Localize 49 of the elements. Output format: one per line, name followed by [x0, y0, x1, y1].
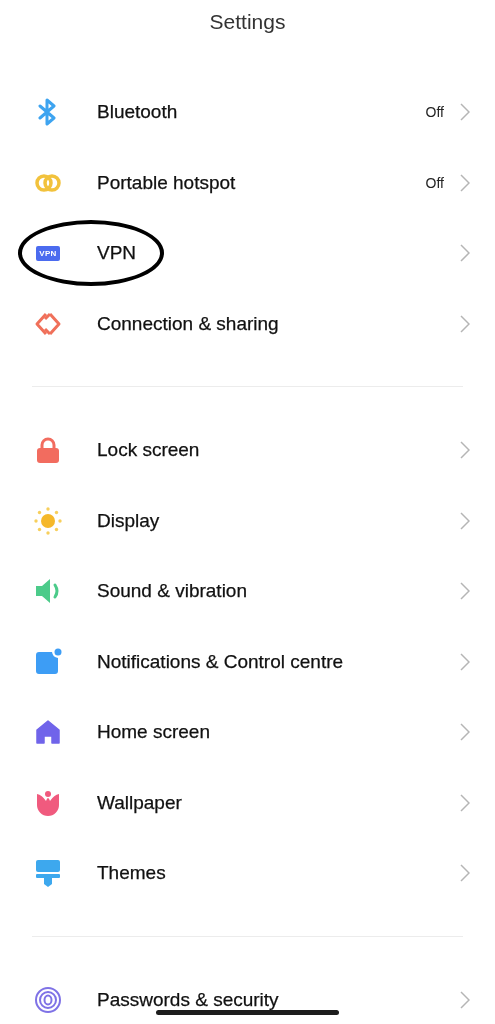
item-label: Display: [97, 509, 161, 532]
settings-item[interactable]: Bluetooth Off: [0, 77, 495, 148]
chevron-icon: [460, 173, 470, 192]
sun-icon: [33, 505, 63, 536]
chevron-icon: [460, 244, 470, 263]
chevron-icon: [460, 511, 470, 530]
notification-square-icon: [34, 647, 62, 676]
paint-roller-icon: [35, 859, 61, 888]
diamond-arrows-icon: [34, 310, 62, 337]
chevron-icon: [460, 864, 470, 883]
settings-item[interactable]: Notifications & Control centre: [0, 626, 495, 697]
chevron-icon: [460, 990, 470, 1009]
settings-item[interactable]: Themes: [0, 838, 495, 909]
settings-item[interactable]: Display: [0, 485, 495, 556]
chevron-icon: [460, 441, 470, 460]
chevron-icon: [460, 793, 470, 812]
item-label: Themes: [97, 862, 167, 885]
item-label: VPN: [97, 242, 138, 265]
settings-item[interactable]: Wallpaper: [0, 767, 495, 838]
linked-rings-icon: [34, 172, 62, 193]
item-label: Lock screen: [97, 439, 201, 462]
house-icon: [35, 719, 61, 746]
status-text: Off: [425, 174, 444, 191]
settings-item[interactable]: Portable hotspot Off: [0, 147, 495, 218]
tulip-icon: [35, 788, 61, 817]
item-label: Passwords & security: [97, 988, 280, 1011]
settings-item[interactable]: Passwords & security: [0, 964, 495, 1024]
item-label: Wallpaper: [97, 791, 183, 814]
item-label: Notifications & Control centre: [97, 650, 345, 673]
item-label: Connection & sharing: [97, 312, 280, 335]
item-label: Sound & vibration: [97, 580, 248, 603]
settings-item[interactable]: Sound & vibration: [0, 556, 495, 627]
chevron-icon: [460, 103, 470, 122]
fingerprint-icon: [34, 985, 62, 1014]
chevron-icon: [460, 723, 470, 742]
item-label: Portable hotspot: [97, 171, 237, 194]
settings-item[interactable]: Lock screen: [0, 415, 495, 486]
item-label: Home screen: [97, 721, 211, 744]
chevron-icon: [460, 652, 470, 671]
settings-item[interactable]: Connection & sharing: [0, 288, 495, 359]
vpn-icon: VPN: [36, 245, 60, 261]
page-title: Settings: [208, 9, 287, 35]
chevron-icon: [460, 582, 470, 601]
chevron-icon: [460, 314, 470, 333]
settings-item[interactable]: Home screen: [0, 697, 495, 768]
status-text: Off: [425, 104, 444, 121]
padlock-icon: [35, 436, 61, 465]
item-label: Bluetooth: [97, 101, 179, 124]
settings-item[interactable]: VPN VPN: [0, 218, 495, 289]
